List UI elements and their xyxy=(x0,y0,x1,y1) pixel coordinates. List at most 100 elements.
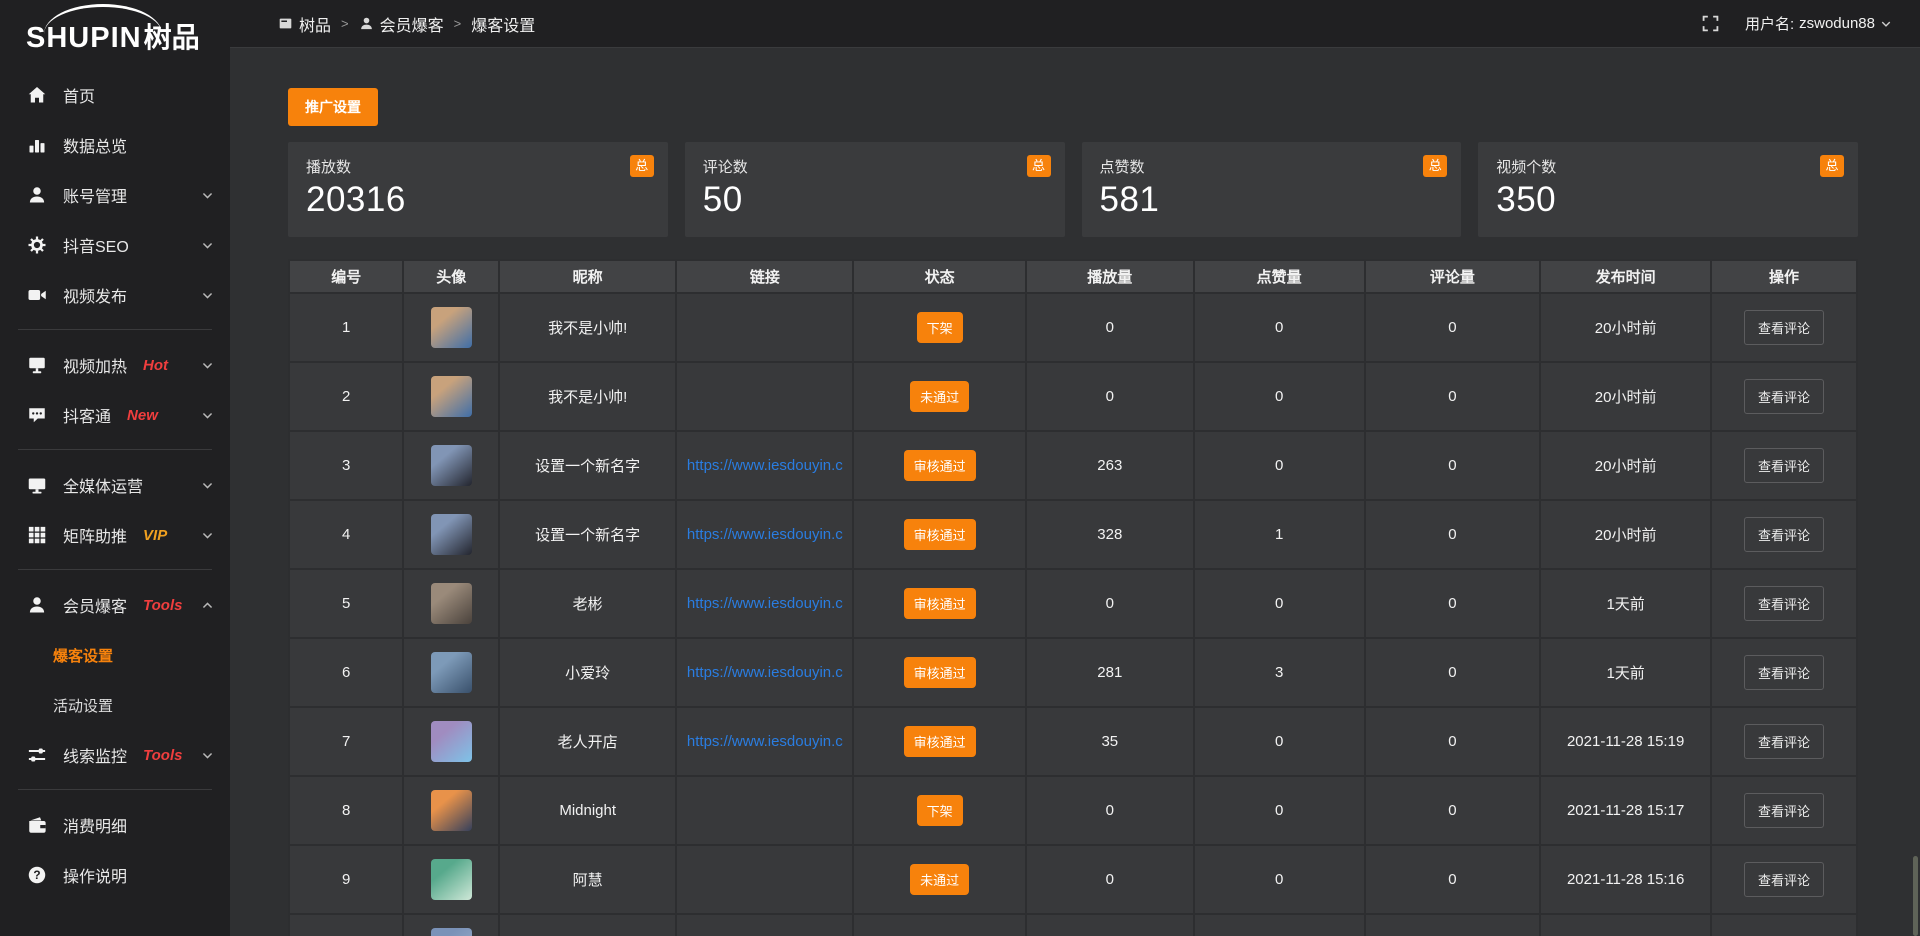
sidebar-item-操作说明[interactable]: ?操作说明 xyxy=(0,850,230,900)
cell-id: 7 xyxy=(289,707,403,776)
cell-action xyxy=(1711,914,1857,936)
cell-likes: 0 xyxy=(1194,707,1365,776)
cell-nickname: 老彬 xyxy=(499,569,676,638)
cell-likes xyxy=(1194,914,1365,936)
cell-link xyxy=(676,845,853,914)
view-comments-button[interactable]: 查看评论 xyxy=(1744,586,1824,621)
breadcrumb-item-home[interactable]: 树品 xyxy=(278,12,331,36)
view-comments-button[interactable]: 查看评论 xyxy=(1744,655,1824,690)
cell-link xyxy=(676,362,853,431)
cell-time xyxy=(1540,914,1711,936)
username: zswodun88 xyxy=(1799,15,1875,32)
total-badge: 总 xyxy=(1820,155,1844,177)
cell-comments: 0 xyxy=(1365,845,1541,914)
total-badge: 总 xyxy=(630,155,654,177)
view-comments-button[interactable]: 查看评论 xyxy=(1744,862,1824,897)
cell-avatar xyxy=(403,293,499,362)
user-menu[interactable]: 用户名: zswodun88 xyxy=(1745,13,1892,34)
sidebar-subitem-label: 活动设置 xyxy=(53,695,113,716)
cell-avatar xyxy=(403,776,499,845)
cell-comments: 0 xyxy=(1365,362,1541,431)
main-content: 推广设置 播放数20316总评论数50总点赞数581总视频个数350总 编号头像… xyxy=(230,48,1920,936)
cell-time: 2021-11-28 15:16 xyxy=(1540,845,1711,914)
stat-value: 50 xyxy=(703,180,1047,220)
chat-icon xyxy=(27,405,47,425)
view-comments-button[interactable]: 查看评论 xyxy=(1744,448,1824,483)
sidebar-item-视频发布[interactable]: 视频发布 xyxy=(0,270,230,320)
breadcrumb-label: 树品 xyxy=(299,12,331,36)
video-link[interactable]: https://www.iesdouyin.c xyxy=(687,664,843,681)
heat-icon xyxy=(27,355,47,375)
cell-id: 1 xyxy=(289,293,403,362)
cell-likes: 0 xyxy=(1194,293,1365,362)
cell-avatar xyxy=(403,845,499,914)
status-badge: 审核通过 xyxy=(904,588,976,619)
video-link[interactable]: https://www.iesdouyin.c xyxy=(687,526,843,543)
column-header-操作: 操作 xyxy=(1711,260,1857,293)
video-link[interactable]: https://www.iesdouyin.c xyxy=(687,595,843,612)
promo-settings-button[interactable]: 推广设置 xyxy=(288,88,378,126)
sidebar-item-抖客通[interactable]: 抖客通New xyxy=(0,390,230,440)
view-comments-button[interactable]: 查看评论 xyxy=(1744,517,1824,552)
stat-card-视频个数: 视频个数350总 xyxy=(1478,142,1858,237)
cell-nickname: 阿慧 xyxy=(499,845,676,914)
cell-link xyxy=(676,914,853,936)
home-icon xyxy=(27,85,47,105)
cell-nickname: 我不是小帅! xyxy=(499,293,676,362)
sidebar-item-badge: New xyxy=(127,407,158,424)
cell-likes: 3 xyxy=(1194,638,1365,707)
table-row: 4设置一个新名字https://www.iesdouyin.c审核通过32810… xyxy=(289,500,1857,569)
cell-link xyxy=(676,776,853,845)
cell-status: 未通过 xyxy=(853,845,1025,914)
cell-link: https://www.iesdouyin.c xyxy=(676,500,853,569)
sidebar-item-label: 矩阵助推 xyxy=(63,523,127,547)
avatar xyxy=(431,928,472,936)
cell-avatar xyxy=(403,707,499,776)
sidebar-item-label: 视频加热 xyxy=(63,353,127,377)
cell-id: 2 xyxy=(289,362,403,431)
sidebar-item-会员爆客[interactable]: 会员爆客Tools xyxy=(0,580,230,630)
cell-id: 5 xyxy=(289,569,403,638)
sidebar-item-消费明细[interactable]: 消费明细 xyxy=(0,800,230,850)
cell-action: 查看评论 xyxy=(1711,431,1857,500)
sidebar-item-首页[interactable]: 首页 xyxy=(0,70,230,120)
sidebar-item-视频加热[interactable]: 视频加热Hot xyxy=(0,340,230,390)
sidebar-subitem-活动设置[interactable]: 活动设置 xyxy=(0,680,230,730)
cell-link: https://www.iesdouyin.c xyxy=(676,431,853,500)
cell-nickname: 我不是小帅! xyxy=(499,362,676,431)
view-comments-button[interactable]: 查看评论 xyxy=(1744,793,1824,828)
user-icon xyxy=(359,16,374,31)
view-comments-button[interactable]: 查看评论 xyxy=(1744,310,1824,345)
video-link[interactable]: https://www.iesdouyin.c xyxy=(687,457,843,474)
sidebar-item-label: 会员爆客 xyxy=(63,593,127,617)
view-comments-button[interactable]: 查看评论 xyxy=(1744,379,1824,414)
sidebar-item-抖音SEO[interactable]: 抖音SEO xyxy=(0,220,230,270)
cell-plays: 35 xyxy=(1026,707,1194,776)
breadcrumb-separator: > xyxy=(454,16,462,31)
cell-comments: 0 xyxy=(1365,293,1541,362)
table-row: 2我不是小帅!未通过00020小时前查看评论 xyxy=(289,362,1857,431)
cell-status xyxy=(853,914,1025,936)
column-header-链接: 链接 xyxy=(676,260,853,293)
sidebar-subitem-label: 爆客设置 xyxy=(53,645,113,666)
fullscreen-icon[interactable] xyxy=(1702,15,1719,32)
cell-link: https://www.iesdouyin.c xyxy=(676,707,853,776)
sidebar-divider xyxy=(18,569,212,570)
scrollbar-thumb[interactable] xyxy=(1913,856,1918,936)
sidebar-divider xyxy=(18,329,212,330)
sidebar-item-矩阵助推[interactable]: 矩阵助推VIP xyxy=(0,510,230,560)
sidebar-item-全媒体运营[interactable]: 全媒体运营 xyxy=(0,460,230,510)
grid-icon xyxy=(27,525,47,545)
sidebar-item-数据总览[interactable]: 数据总览 xyxy=(0,120,230,170)
view-comments-button[interactable]: 查看评论 xyxy=(1744,724,1824,759)
monitor-icon xyxy=(27,475,47,495)
cell-time: 2021-11-28 15:17 xyxy=(1540,776,1711,845)
breadcrumb-item-member[interactable]: 会员爆客 xyxy=(359,12,444,36)
sidebar-divider xyxy=(18,449,212,450)
sidebar-subitem-爆客设置[interactable]: 爆客设置 xyxy=(0,630,230,680)
sidebar-item-账号管理[interactable]: 账号管理 xyxy=(0,170,230,220)
cell-status: 未通过 xyxy=(853,362,1025,431)
video-link[interactable]: https://www.iesdouyin.c xyxy=(687,733,843,750)
sidebar-item-线索监控[interactable]: 线索监控Tools xyxy=(0,730,230,780)
breadcrumb-item-current: 爆客设置 xyxy=(471,12,535,36)
